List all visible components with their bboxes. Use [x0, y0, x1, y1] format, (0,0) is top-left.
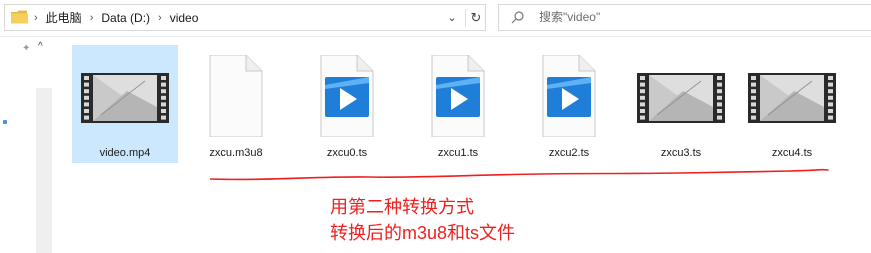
chevron-right-icon[interactable]: ›: [34, 12, 38, 24]
file-name: zxcu2.ts: [548, 147, 590, 159]
search-input[interactable]: 搜索"video": [498, 4, 871, 31]
media-player-icon: [299, 54, 395, 138]
chevron-right-icon[interactable]: ›: [90, 12, 94, 24]
file-name: zxcu0.ts: [326, 147, 368, 159]
chevron-right-icon[interactable]: ›: [158, 12, 162, 24]
media-player-icon: [410, 54, 506, 138]
annotation-line-1: 用第二种转换方式: [330, 197, 474, 217]
address-bar-region: › 此电脑 › Data (D:) › video ⌄ ↻ 搜索"video": [0, 0, 871, 37]
file-name: video.mp4: [99, 147, 151, 159]
address-bar[interactable]: › 此电脑 › Data (D:) › video ⌄ ↻: [4, 4, 486, 31]
file-item[interactable]: zxcu0.ts: [294, 45, 400, 163]
refresh-icon[interactable]: ↻: [465, 9, 486, 27]
breadcrumb-video[interactable]: video: [170, 11, 199, 25]
file-item[interactable]: zxcu.m3u8: [183, 45, 289, 163]
chevron-down-icon[interactable]: ⌄: [444, 11, 460, 25]
file-item[interactable]: video.mp4: [72, 45, 178, 163]
breadcrumb: › 此电脑 › Data (D:) › video: [32, 5, 198, 30]
annotation-line-2: 转换后的m3u8和ts文件: [330, 223, 516, 243]
file-item[interactable]: zxcu1.ts: [405, 45, 511, 163]
file-name: zxcu4.ts: [771, 147, 813, 159]
video-thumbnail-icon: [744, 55, 840, 137]
file-name: zxcu3.ts: [660, 147, 702, 159]
file-item[interactable]: zxcu3.ts: [628, 45, 734, 163]
search-placeholder: 搜索"video": [539, 10, 601, 24]
breadcrumb-this-pc[interactable]: 此电脑: [46, 9, 82, 26]
video-thumbnail-icon: [77, 55, 173, 137]
search-icon: [511, 11, 524, 24]
file-item[interactable]: zxcu4.ts: [739, 45, 845, 163]
pin-icon[interactable]: ✦: [22, 43, 30, 54]
file-name: zxcu1.ts: [437, 147, 479, 159]
navigation-pane: ✦ ^: [0, 37, 60, 253]
scrollbar[interactable]: [36, 88, 52, 253]
annotation-text: 用第二种转换方式 转换后的m3u8和ts文件: [330, 194, 515, 246]
file-name: zxcu.m3u8: [209, 147, 263, 159]
file-icon: [188, 54, 284, 138]
nav-item-marker: [3, 120, 7, 124]
video-thumbnail-icon: [633, 55, 729, 137]
media-player-icon: [521, 54, 617, 138]
chevron-up-icon[interactable]: ^: [38, 41, 43, 52]
annotation-underline: [210, 168, 829, 181]
folder-icon: [11, 10, 28, 24]
breadcrumb-drive[interactable]: Data (D:): [101, 11, 150, 25]
file-item[interactable]: zxcu2.ts: [516, 45, 622, 163]
